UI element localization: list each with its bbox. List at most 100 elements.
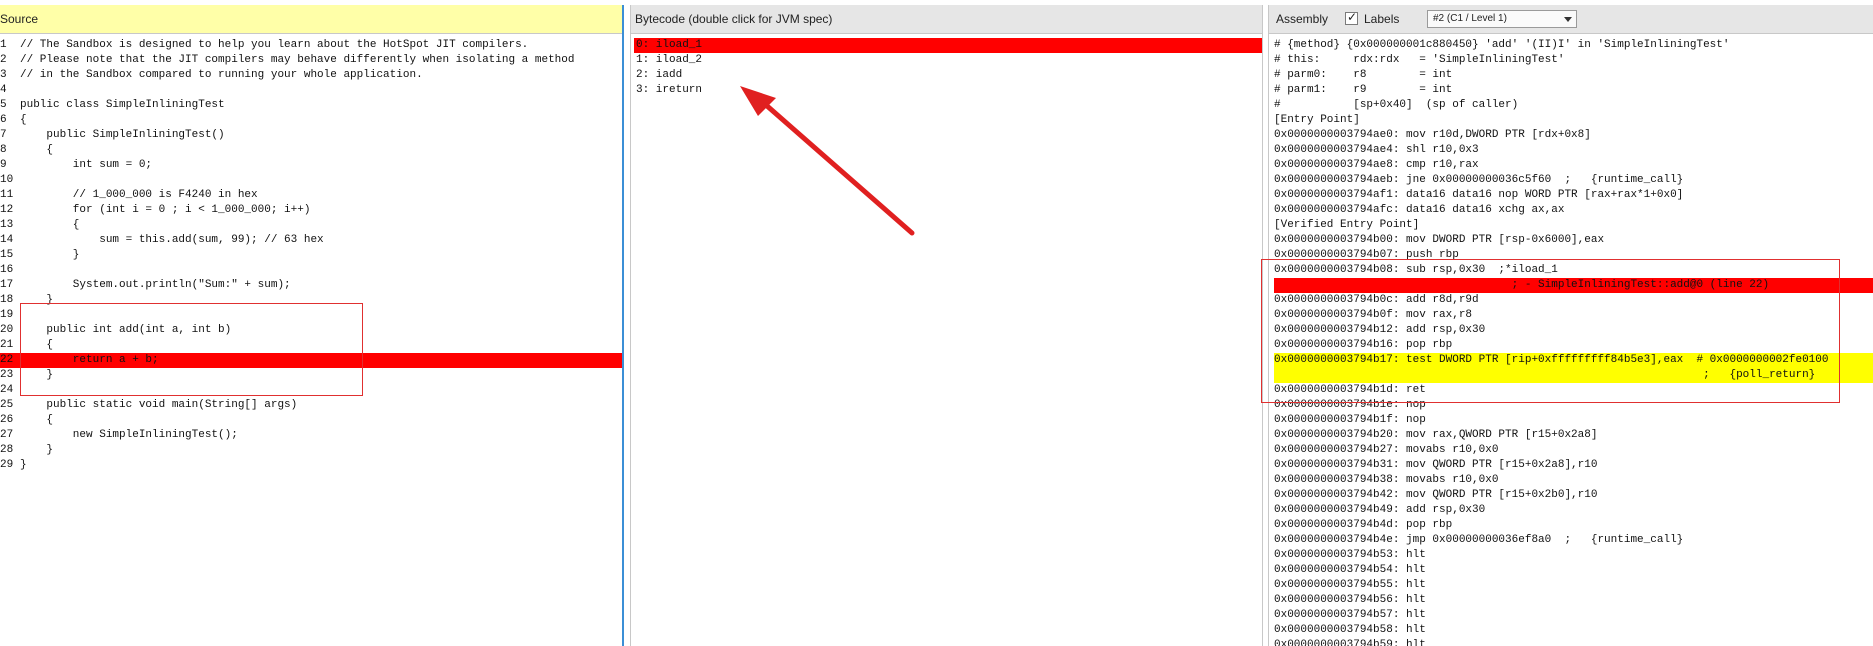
bytecode-line[interactable]: 0: iload_1 xyxy=(634,38,1262,53)
assembly-line[interactable]: 0x0000000003794ae4: shl r10,0x3 xyxy=(1274,143,1873,158)
assembly-line-text: 0x0000000003794b38: movabs r10,0x0 xyxy=(1274,474,1499,486)
assembly-line[interactable]: 0x0000000003794b54: hlt xyxy=(1274,563,1873,578)
source-line[interactable]: 21 { xyxy=(0,338,622,353)
source-line[interactable]: 7 public SimpleInliningTest() xyxy=(0,128,622,143)
source-line[interactable]: 25 public static void main(String[] args… xyxy=(0,398,622,413)
assembly-line-text: 0x0000000003794ae8: cmp r10,rax xyxy=(1274,159,1479,171)
source-line[interactable]: 13 { xyxy=(0,218,622,233)
source-line[interactable]: 20 public int add(int a, int b) xyxy=(0,323,622,338)
assembly-line[interactable]: 0x0000000003794b53: hlt xyxy=(1274,548,1873,563)
source-line[interactable]: 24 xyxy=(0,383,622,398)
assembly-line[interactable]: 0x0000000003794af1: data16 data16 nop WO… xyxy=(1274,188,1873,203)
line-number: 8 xyxy=(0,144,7,156)
tier-select[interactable]: #2 (C1 / Level 1) xyxy=(1427,10,1577,28)
source-line[interactable]: 29} xyxy=(0,458,622,473)
source-line-text: public static void main(String[] args) xyxy=(20,399,298,411)
assembly-line[interactable]: 0x0000000003794b4d: pop rbp xyxy=(1274,518,1873,533)
bytecode-list[interactable]: 0: iload_1 1: iload_2 2: iadd 3: ireturn xyxy=(634,38,1262,646)
labels-checkbox[interactable]: ✓ xyxy=(1345,10,1358,25)
assembly-line[interactable]: 0x0000000003794b12: add rsp,0x30 xyxy=(1274,323,1873,338)
bytecode-line[interactable]: 2: iadd xyxy=(634,68,1262,83)
assembly-line-text: 0x0000000003794b1e: nop xyxy=(1274,399,1426,411)
source-line[interactable]: 4 xyxy=(0,83,622,98)
assembly-line[interactable]: 0x0000000003794b56: hlt xyxy=(1274,593,1873,608)
assembly-line-text: 0x0000000003794b55: hlt xyxy=(1274,579,1426,591)
assembly-line[interactable]: 0x0000000003794b1e: nop xyxy=(1274,398,1873,413)
assembly-line-text: 0x0000000003794b57: hlt xyxy=(1274,609,1426,621)
assembly-line[interactable]: 0x0000000003794b00: mov DWORD PTR [rsp-0… xyxy=(1274,233,1873,248)
assembly-line[interactable]: # parm1: r9 = int xyxy=(1274,83,1873,98)
assembly-line[interactable]: 0x0000000003794b4e: jmp 0x00000000036ef8… xyxy=(1274,533,1873,548)
assembly-line[interactable]: 0x0000000003794b1f: nop xyxy=(1274,413,1873,428)
line-number: 15 xyxy=(0,249,14,261)
assembly-line[interactable]: 0x0000000003794b1d: ret xyxy=(1274,383,1873,398)
source-line[interactable]: 27 new SimpleInliningTest(); xyxy=(0,428,622,443)
source-line[interactable]: 12 for (int i = 0 ; i < 1_000_000; i++) xyxy=(0,203,622,218)
assembly-line[interactable]: 0x0000000003794b16: pop rbp xyxy=(1274,338,1873,353)
assembly-line[interactable]: 0x0000000003794b0f: mov rax,r8 xyxy=(1274,308,1873,323)
assembly-line[interactable]: ; - SimpleInliningTest::add@0 (line 22) xyxy=(1274,278,1873,293)
source-code-view[interactable]: 1 // The Sandbox is designed to help you … xyxy=(0,38,622,646)
source-line[interactable]: 11 // 1_000_000 is F4240 in hex xyxy=(0,188,622,203)
assembly-line[interactable]: 0x0000000003794b08: sub rsp,0x30 ;*iload… xyxy=(1274,263,1873,278)
source-line[interactable]: 15 } xyxy=(0,248,622,263)
assembly-line[interactable]: 0x0000000003794b57: hlt xyxy=(1274,608,1873,623)
source-line[interactable]: 28 } xyxy=(0,443,622,458)
source-line[interactable]: 6{ xyxy=(0,113,622,128)
assembly-line[interactable]: # [sp+0x40] (sp of caller) xyxy=(1274,98,1873,113)
bytecode-title: Bytecode (double click for JVM spec) xyxy=(635,12,833,26)
assembly-line[interactable]: 0x0000000003794ae8: cmp r10,rax xyxy=(1274,158,1873,173)
assembly-line[interactable]: 0x0000000003794b07: push rbp xyxy=(1274,248,1873,263)
source-line[interactable]: 8 { xyxy=(0,143,622,158)
bytecode-line[interactable]: 1: iload_2 xyxy=(634,53,1262,68)
source-line[interactable]: 22 return a + b; xyxy=(0,353,622,368)
source-line[interactable]: 9 int sum = 0; xyxy=(0,158,622,173)
red-arrow-icon xyxy=(740,86,915,236)
source-line[interactable]: 14 sum = this.add(sum, 99); // 63 hex xyxy=(0,233,622,248)
assembly-line[interactable]: 0x0000000003794b42: mov QWORD PTR [r15+0… xyxy=(1274,488,1873,503)
assembly-line-text: 0x0000000003794b1f: nop xyxy=(1274,414,1426,426)
line-number: 26 xyxy=(0,414,14,426)
source-line[interactable]: 5 public class SimpleInliningTest xyxy=(0,98,622,113)
bytecode-line[interactable]: 3: ireturn xyxy=(634,83,1262,98)
line-number: 25 xyxy=(0,399,14,411)
assembly-listing[interactable]: # {method} {0x000000001c880450} 'add' '(… xyxy=(1274,38,1873,646)
assembly-line[interactable]: # parm0: r8 = int xyxy=(1274,68,1873,83)
assembly-line[interactable]: # {method} {0x000000001c880450} 'add' '(… xyxy=(1274,38,1873,53)
assembly-line[interactable]: 0x0000000003794afc: data16 data16 xchg a… xyxy=(1274,203,1873,218)
assembly-line[interactable]: 0x0000000003794b58: hlt xyxy=(1274,623,1873,638)
source-line[interactable]: 2 // Please note that the JIT compilers m… xyxy=(0,53,622,68)
source-line[interactable]: 10 xyxy=(0,173,622,188)
assembly-line[interactable]: # this: rdx:rdx = 'SimpleInliningTest' xyxy=(1274,53,1873,68)
assembly-line[interactable]: 0x0000000003794b31: mov QWORD PTR [r15+0… xyxy=(1274,458,1873,473)
source-line-text: { xyxy=(20,219,80,231)
assembly-line[interactable]: [Verified Entry Point] xyxy=(1274,218,1873,233)
source-line[interactable]: 16 xyxy=(0,263,622,278)
source-line[interactable]: 18 } xyxy=(0,293,622,308)
assembly-line[interactable]: 0x0000000003794b38: movabs r10,0x0 xyxy=(1274,473,1873,488)
source-line[interactable]: 3 // in the Sandbox compared to running y… xyxy=(0,68,622,83)
assembly-line[interactable]: ; {poll_return} xyxy=(1274,368,1873,383)
source-line[interactable]: 23 } xyxy=(0,368,622,383)
assembly-line[interactable]: 0x0000000003794b27: movabs r10,0x0 xyxy=(1274,443,1873,458)
assembly-line[interactable]: [Entry Point] xyxy=(1274,113,1873,128)
assembly-line[interactable]: 0x0000000003794b0c: add r8d,r9d xyxy=(1274,293,1873,308)
line-number: 27 xyxy=(0,429,14,441)
assembly-line[interactable]: 0x0000000003794b17: test DWORD PTR [rip+… xyxy=(1274,353,1873,368)
line-number: 22 xyxy=(0,354,14,366)
assembly-line-text: 0x0000000003794b20: mov rax,QWORD PTR [r… xyxy=(1274,429,1598,441)
assembly-line-text: # [sp+0x40] (sp of caller) xyxy=(1274,99,1519,111)
labels-checkbox-label[interactable]: Labels xyxy=(1364,5,1399,34)
assembly-line[interactable]: 0x0000000003794aeb: jne 0x00000000036c5f… xyxy=(1274,173,1873,188)
line-number: 19 xyxy=(0,309,14,321)
assembly-line[interactable]: 0x0000000003794b59: hlt xyxy=(1274,638,1873,646)
source-line[interactable]: 17 System.out.println("Sum:" + sum); xyxy=(0,278,622,293)
source-line[interactable]: 1 // The Sandbox is designed to help you … xyxy=(0,38,622,53)
assembly-line[interactable]: 0x0000000003794ae0: mov r10d,DWORD PTR [… xyxy=(1274,128,1873,143)
source-title: Source xyxy=(0,12,39,26)
assembly-line[interactable]: 0x0000000003794b20: mov rax,QWORD PTR [r… xyxy=(1274,428,1873,443)
source-line[interactable]: 19 xyxy=(0,308,622,323)
assembly-line[interactable]: 0x0000000003794b49: add rsp,0x30 xyxy=(1274,503,1873,518)
assembly-line[interactable]: 0x0000000003794b55: hlt xyxy=(1274,578,1873,593)
source-line[interactable]: 26 { xyxy=(0,413,622,428)
